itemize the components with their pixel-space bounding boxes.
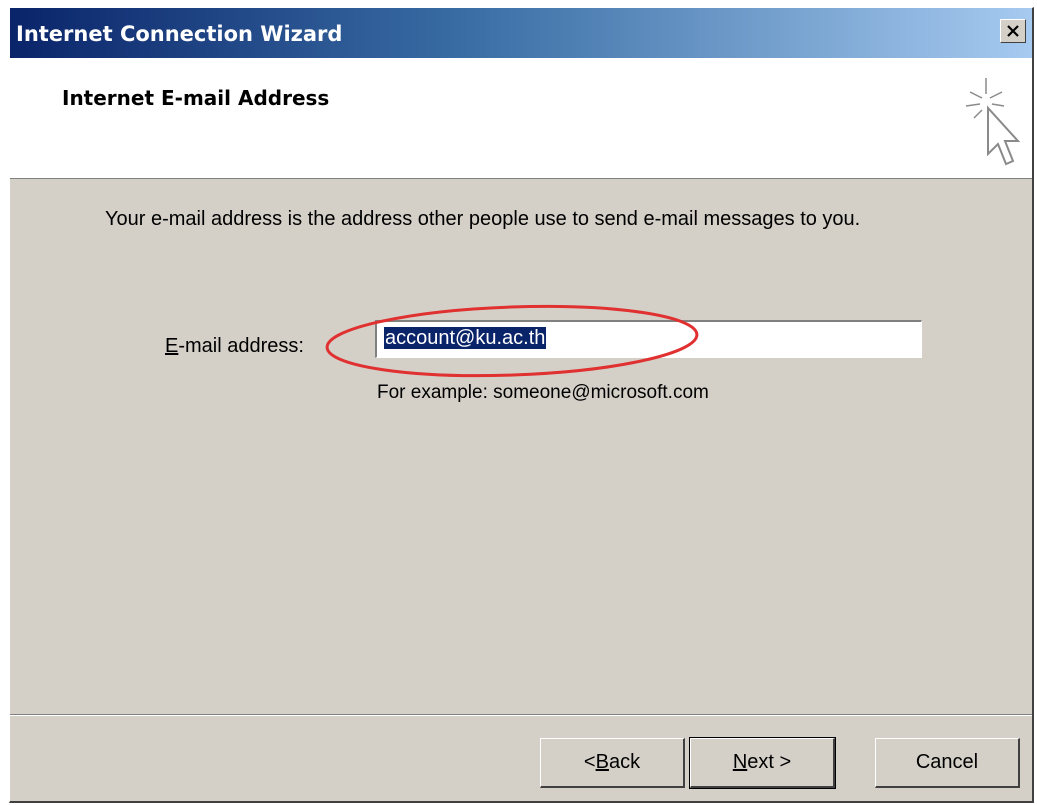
email-label-text: -mail address: [178, 335, 304, 357]
footer-divider [10, 714, 1032, 716]
email-label-mnemonic: E [165, 335, 179, 357]
back-label: ack [608, 751, 641, 773]
back-prefix: < [583, 751, 596, 773]
wizard-window: Internet Connection Wizard Internet E-ma… [9, 7, 1034, 803]
wizard-cursor-icon [965, 78, 1021, 166]
page-title: Internet E-mail Address [62, 86, 330, 110]
next-button[interactable]: Next > [689, 737, 836, 789]
description-text: Your e-mail address is the address other… [105, 208, 861, 230]
cancel-button[interactable]: Cancel [875, 738, 1020, 788]
window-title: Internet Connection Wizard [16, 22, 343, 46]
next-label: ext > [747, 751, 792, 773]
title-bar[interactable]: Internet Connection Wizard [10, 8, 1032, 58]
email-field[interactable]: account@ku.ac.th [375, 320, 922, 358]
back-mnemonic: B [595, 751, 609, 773]
wizard-header: Internet E-mail Address [10, 58, 1032, 179]
email-label: E-mail address: [165, 335, 304, 358]
next-mnemonic: N [732, 751, 748, 773]
back-button[interactable]: < Back [540, 738, 685, 788]
example-hint: For example: someone@microsoft.com [377, 382, 709, 403]
close-button[interactable] [1000, 19, 1026, 43]
email-value: account@ku.ac.th [384, 327, 547, 349]
close-icon [1007, 25, 1019, 37]
